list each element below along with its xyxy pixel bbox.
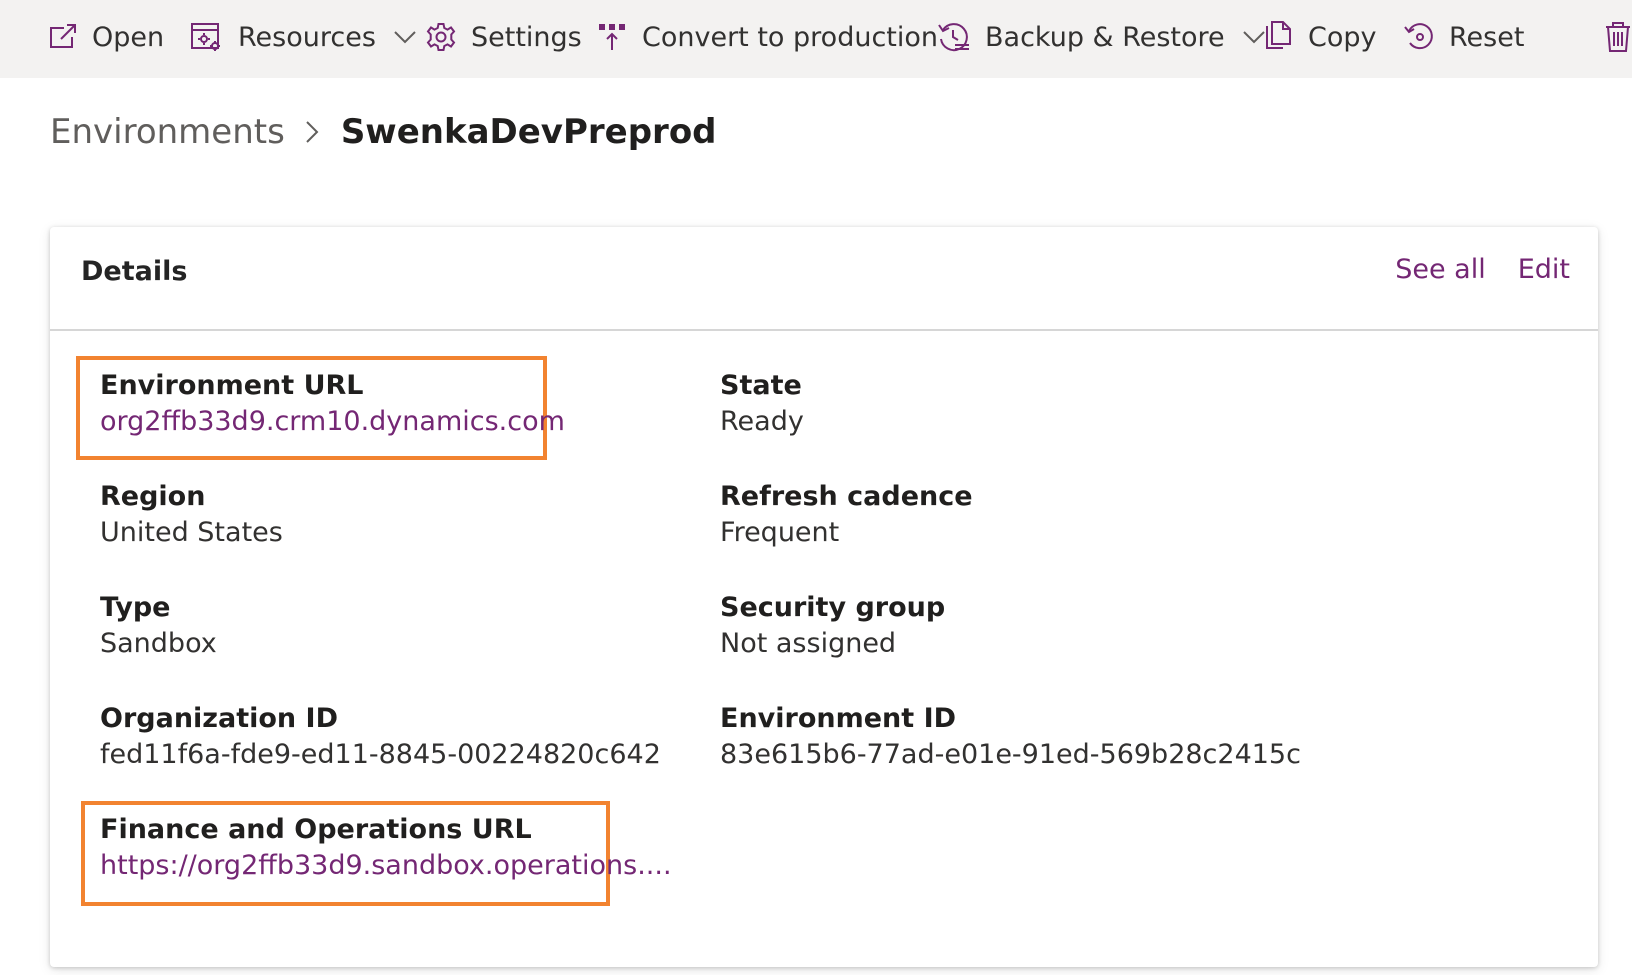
region-value: United States bbox=[100, 517, 283, 548]
environment-url-link[interactable]: org2ffb33d9.crm10.dynamics.com bbox=[100, 404, 565, 440]
delete-button[interactable] bbox=[1604, 0, 1632, 74]
reset-button[interactable]: Reset bbox=[1403, 0, 1524, 74]
organization-id-label: Organization ID bbox=[100, 703, 339, 734]
settings-label: Settings bbox=[471, 21, 582, 53]
fo-url-label: Finance and Operations URL bbox=[100, 814, 532, 845]
chevron-right-icon bbox=[305, 120, 319, 144]
breadcrumb: Environments SwenkaDevPreprod bbox=[50, 112, 717, 152]
resources-icon bbox=[190, 21, 224, 53]
see-all-link[interactable]: See all bbox=[1395, 254, 1486, 285]
environment-url-field: Environment URL org2ffb33d9.crm10.dynami… bbox=[100, 368, 565, 440]
fo-url-field: Finance and Operations URL https://org2f… bbox=[100, 812, 672, 884]
details-card-header: Details See all Edit bbox=[50, 227, 1598, 331]
trash-icon bbox=[1604, 21, 1632, 53]
organization-id-value: fed11f6a-fde9-ed11-8845-00224820c642 bbox=[100, 739, 661, 770]
details-actions: See all Edit bbox=[1395, 254, 1570, 285]
command-bar: Open Resources Settings Convert to produ… bbox=[0, 0, 1632, 78]
convert-label: Convert to production bbox=[642, 21, 939, 53]
reset-label: Reset bbox=[1449, 21, 1525, 53]
environment-id-value: 83e615b6-77ad-e01e-91ed-569b28c2415c bbox=[720, 739, 1301, 770]
type-label: Type bbox=[100, 592, 171, 623]
fo-url-link[interactable]: https://org2ffb33d9.sandbox.operations..… bbox=[100, 848, 672, 884]
environment-url-label: Environment URL bbox=[100, 370, 364, 401]
convert-icon bbox=[598, 22, 628, 52]
details-card: Details See all Edit Environment URL org… bbox=[50, 227, 1598, 967]
refresh-cadence-label: Refresh cadence bbox=[720, 481, 973, 512]
settings-button[interactable]: Settings bbox=[425, 0, 582, 74]
security-group-label: Security group bbox=[720, 592, 946, 623]
backup-restore-menu-button[interactable]: Backup & Restore bbox=[937, 0, 1265, 74]
chevron-down-icon bbox=[394, 30, 416, 44]
state-value: Ready bbox=[720, 406, 804, 437]
resources-menu-button[interactable]: Resources bbox=[190, 0, 416, 74]
environment-id-label: Environment ID bbox=[720, 703, 957, 734]
refresh-cadence-field: Refresh cadence Frequent bbox=[720, 479, 973, 551]
open-button[interactable]: Open bbox=[48, 0, 164, 74]
copy-button[interactable]: Copy bbox=[1264, 0, 1377, 74]
open-label: Open bbox=[92, 21, 165, 53]
breadcrumb-environments-link[interactable]: Environments bbox=[50, 112, 285, 152]
edit-link[interactable]: Edit bbox=[1518, 254, 1570, 285]
gear-icon bbox=[425, 21, 457, 53]
open-external-icon bbox=[48, 22, 78, 52]
refresh-cadence-value: Frequent bbox=[720, 517, 840, 548]
state-label: State bbox=[720, 370, 802, 401]
backup-restore-label: Backup & Restore bbox=[985, 21, 1225, 53]
type-field: Type Sandbox bbox=[100, 590, 217, 662]
resources-label: Resources bbox=[238, 21, 376, 53]
chevron-down-icon bbox=[1242, 30, 1265, 44]
region-label: Region bbox=[100, 481, 206, 512]
security-group-field: Security group Not assigned bbox=[720, 590, 945, 662]
copy-icon bbox=[1264, 21, 1294, 53]
security-group-value: Not assigned bbox=[720, 628, 897, 659]
details-title: Details bbox=[81, 256, 188, 287]
page-title: SwenkaDevPreprod bbox=[340, 112, 717, 152]
copy-label: Copy bbox=[1308, 21, 1377, 53]
type-value: Sandbox bbox=[100, 628, 217, 659]
state-field: State Ready bbox=[720, 368, 804, 440]
history-icon bbox=[937, 21, 971, 53]
region-field: Region United States bbox=[100, 479, 283, 551]
organization-id-field: Organization ID fed11f6a-fde9-ed11-8845-… bbox=[100, 701, 661, 773]
reset-icon bbox=[1403, 21, 1435, 53]
environment-id-field: Environment ID 83e615b6-77ad-e01e-91ed-5… bbox=[720, 701, 1301, 773]
convert-to-production-button[interactable]: Convert to production bbox=[598, 0, 938, 74]
